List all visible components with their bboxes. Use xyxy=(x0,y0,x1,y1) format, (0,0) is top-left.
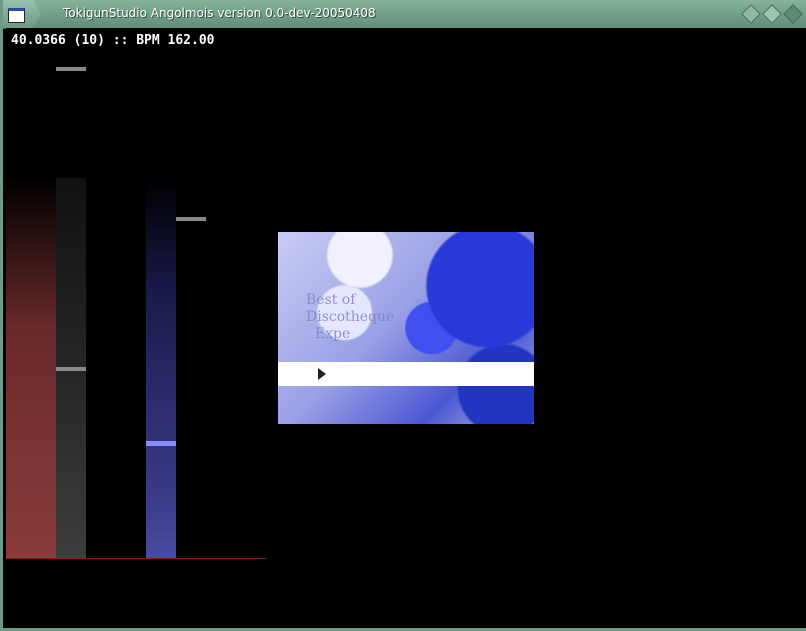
game-viewport: 40.0366 (10) :: BPM 162.00 Best of Disco… xyxy=(6,28,806,628)
note xyxy=(176,217,206,221)
note xyxy=(56,67,86,71)
bga-video: Best of Discotheque Expe xyxy=(278,232,534,424)
window-icon[interactable] xyxy=(8,8,25,23)
maximize-icon[interactable] xyxy=(762,4,782,24)
title-tab[interactable] xyxy=(3,0,41,28)
hud-status: 40.0366 (10) :: BPM 162.00 xyxy=(11,33,215,48)
bga-caption: Best of Discotheque Expe xyxy=(306,292,395,342)
close-icon[interactable] xyxy=(783,4,803,24)
window-title: TokigunStudio Angolmois version 0.0-dev-… xyxy=(63,6,376,20)
lane-4 xyxy=(146,178,176,558)
minimize-icon[interactable] xyxy=(741,4,761,24)
play-icon xyxy=(318,368,326,380)
bga-control-bar xyxy=(278,362,534,386)
lane-1 xyxy=(6,178,56,558)
note xyxy=(146,441,176,446)
title-bar[interactable]: TokigunStudio Angolmois version 0.0-dev-… xyxy=(3,0,806,29)
judge-line xyxy=(6,558,266,559)
note xyxy=(56,367,86,371)
game-window: TokigunStudio Angolmois version 0.0-dev-… xyxy=(0,0,806,631)
